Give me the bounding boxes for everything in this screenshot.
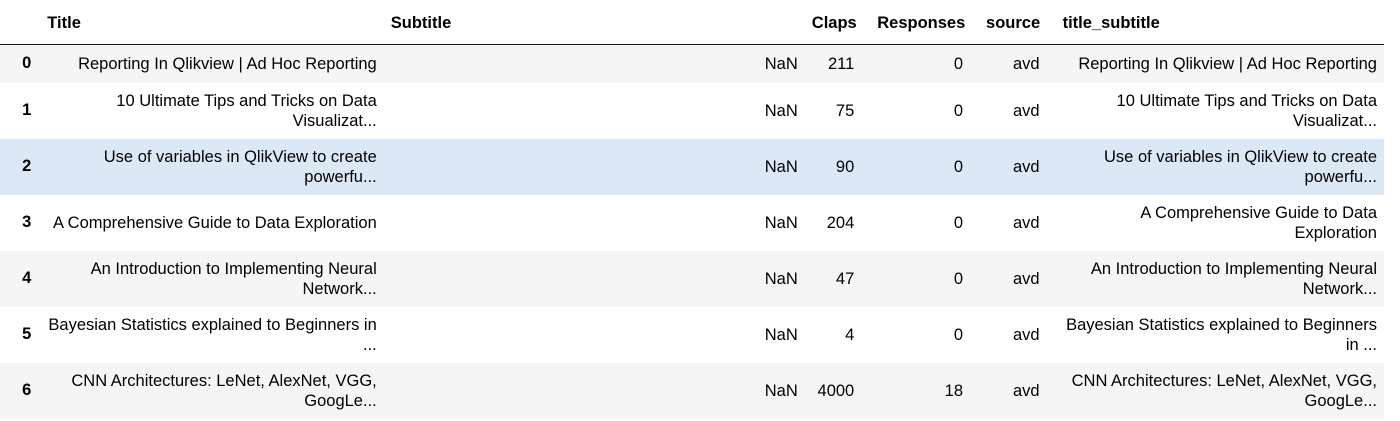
cell-responses: 0	[953, 325, 964, 344]
cell-subtitle: NaN	[764, 101, 798, 120]
cell-claps: 204	[826, 213, 855, 232]
cell-claps: 90	[835, 157, 855, 176]
cell-title: Bayesian Statistics explained to Beginne…	[48, 315, 377, 354]
cell-subtitle: NaN	[764, 325, 798, 344]
cell-title-subtitle: Bayesian Statistics explained to Beginne…	[1066, 315, 1377, 354]
cell-title-subtitle: A Comprehensive Guide to Data Exploratio…	[1140, 203, 1377, 242]
cell-title: A Comprehensive Guide to Data Exploratio…	[52, 213, 377, 232]
cell-source: avd	[1012, 157, 1040, 176]
table-row: 0 Reporting In Qlikview | Ad Hoc Reporti…	[0, 44, 1384, 83]
header-claps: Claps	[804, 0, 871, 45]
cell-responses: 0	[953, 269, 964, 288]
cell-title-subtitle: Use of variables in QlikView to create p…	[1104, 147, 1377, 186]
row-index: 6	[22, 381, 32, 399]
cell-claps: 47	[835, 269, 855, 288]
table-row: 4 An Introduction to Implementing Neural…	[0, 250, 1384, 307]
cell-title-subtitle: 10 Ultimate Tips and Tricks on Data Visu…	[1116, 91, 1377, 130]
cell-subtitle: NaN	[764, 213, 798, 232]
cell-subtitle: NaN	[764, 381, 798, 400]
row-index: 2	[22, 157, 32, 175]
cell-title: 10 Ultimate Tips and Tricks on Data Visu…	[116, 91, 377, 130]
header-responses: Responses	[870, 0, 980, 45]
cell-responses: 18	[944, 381, 964, 400]
header-title-subtitle: title_subtitle	[1055, 0, 1384, 45]
header-title: Title	[40, 0, 384, 45]
cell-subtitle: NaN	[764, 269, 798, 288]
cell-title-subtitle: An Introduction to Implementing Neural N…	[1090, 259, 1377, 298]
table-row-highlighted: 2 Use of variables in QlikView to create…	[0, 138, 1384, 195]
cell-title: Reporting In Qlikview | Ad Hoc Reporting	[78, 54, 377, 73]
cell-responses: 0	[953, 54, 964, 73]
cell-subtitle: NaN	[764, 54, 798, 73]
cell-responses: 0	[953, 101, 964, 120]
cell-claps: 4000	[817, 381, 855, 400]
row-index: 4	[22, 269, 32, 287]
cell-title-subtitle: CNN Architectures: LeNet, AlexNet, VGG, …	[1071, 371, 1377, 410]
cell-source: avd	[1012, 381, 1040, 400]
cell-claps: 75	[835, 101, 855, 120]
cell-title: Use of variables in QlikView to create p…	[103, 147, 377, 186]
cell-claps: 4	[845, 325, 855, 344]
cell-title-subtitle: Reporting In Qlikview | Ad Hoc Reporting	[1078, 54, 1377, 73]
header-row: Title Subtitle Claps Responses source ti…	[0, 0, 1384, 45]
cell-responses: 0	[953, 213, 964, 232]
cell-source: avd	[1012, 54, 1040, 73]
table-row: 6 CNN Architectures: LeNet, AlexNet, VGG…	[0, 362, 1384, 419]
cell-claps: 211	[827, 54, 855, 73]
cell-title: An Introduction to Implementing Neural N…	[90, 259, 377, 298]
table-body: 0 Reporting In Qlikview | Ad Hoc Reporti…	[0, 44, 1384, 419]
header-subtitle: Subtitle	[383, 0, 805, 45]
table-row: 3 A Comprehensive Guide to Data Explorat…	[0, 194, 1384, 251]
cell-title: CNN Architectures: LeNet, AlexNet, VGG, …	[71, 371, 377, 410]
table-row: 5 Bayesian Statistics explained to Begin…	[0, 306, 1384, 363]
header-index	[0, 0, 41, 45]
cell-source: avd	[1012, 325, 1040, 344]
dataframe-table: Title Subtitle Claps Responses source ti…	[0, 0, 1384, 419]
table-header: Title Subtitle Claps Responses source ti…	[0, 0, 1384, 45]
row-index: 1	[22, 101, 32, 119]
cell-subtitle: NaN	[764, 157, 798, 176]
cell-source: avd	[1012, 213, 1040, 232]
cell-source: avd	[1012, 269, 1040, 288]
row-index: 5	[22, 325, 32, 343]
table-row: 1 10 Ultimate Tips and Tricks on Data Vi…	[0, 82, 1384, 139]
row-index: 3	[22, 213, 32, 231]
cell-responses: 0	[953, 157, 964, 176]
cell-source: avd	[1012, 101, 1040, 120]
row-index: 0	[22, 54, 32, 73]
header-source: source	[979, 0, 1056, 45]
